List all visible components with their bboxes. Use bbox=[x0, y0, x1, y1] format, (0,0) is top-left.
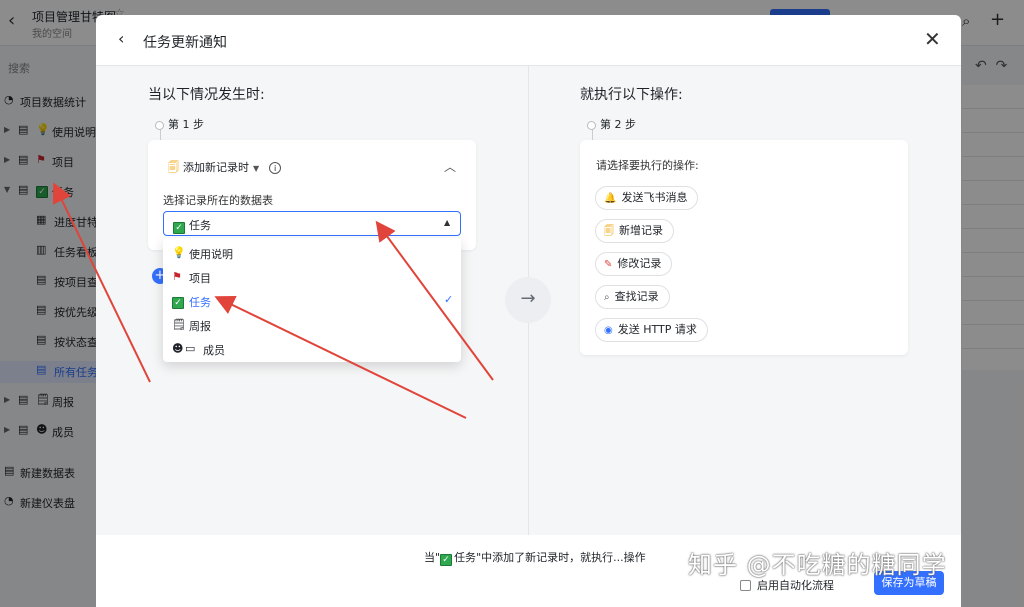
info-icon[interactable]: i bbox=[269, 162, 282, 174]
flag-icon: ⚑ bbox=[172, 270, 182, 283]
trigger-section-title: 当以下情况发生时: bbox=[148, 87, 265, 103]
dropdown-option[interactable]: 🗒 周报 bbox=[163, 313, 461, 337]
action-option[interactable]: ⌕ 查找记录 bbox=[595, 285, 670, 309]
add-record-icon: 🗐 bbox=[604, 226, 614, 237]
add-record-icon: 🗐 bbox=[168, 161, 179, 174]
trigger-label: 添加新记录时 bbox=[183, 161, 249, 174]
globe-icon: ◉ bbox=[604, 325, 613, 336]
dropdown-option[interactable]: ⚑ 项目 bbox=[163, 265, 461, 289]
table-select[interactable]: ✓ 任务 ▲ bbox=[163, 211, 461, 236]
close-icon[interactable]: ✕ bbox=[924, 27, 941, 51]
action-label: 修改记录 bbox=[617, 257, 662, 270]
search-icon: ⌕ bbox=[604, 292, 610, 303]
dropdown-option-label: 成员 bbox=[203, 344, 225, 357]
check-icon: ✓ bbox=[172, 294, 188, 309]
caret-up-icon: ▲ bbox=[444, 218, 451, 227]
caret-down-icon: ▼ bbox=[253, 164, 260, 173]
chevron-up-icon[interactable]: ︿ bbox=[444, 158, 456, 175]
dropdown-option[interactable]: 💡 使用说明 bbox=[163, 241, 461, 265]
person-icon: ☻ bbox=[172, 342, 184, 355]
dropdown-option[interactable]: ☻ ▭ 成员 bbox=[163, 337, 461, 361]
check-icon: ✓ bbox=[440, 554, 453, 566]
flow-summary: 当" ✓ 任务"中添加了新记录时，就执行...操作 bbox=[424, 551, 646, 566]
action-label: 发送 HTTP 请求 bbox=[617, 323, 697, 336]
selected-table: 任务 bbox=[189, 219, 211, 232]
action-label: 新增记录 bbox=[619, 224, 663, 237]
bell-icon: 🔔 bbox=[604, 193, 617, 204]
action-option[interactable]: ◉ 发送 HTTP 请求 bbox=[595, 318, 708, 342]
action-option[interactable]: ✎ 修改记录 bbox=[595, 252, 673, 276]
modal-title: 任务更新通知 bbox=[143, 35, 227, 51]
table-field-label: 选择记录所在的数据表 bbox=[163, 194, 273, 207]
trigger-card: 🗐 添加新记录时 ▼ i ︿ 选择记录所在的数据表 ✓ 任务 ▲ bbox=[148, 140, 476, 250]
selected-check-icon: ✓ bbox=[444, 293, 454, 306]
action-label: 发送飞书消息 bbox=[621, 191, 688, 204]
modal-header: ‹ 任务更新通知 ✕ bbox=[96, 15, 961, 66]
dropdown-option-label: 任务 bbox=[189, 296, 211, 309]
watermark: 知乎 @不吃糖的糖同学 bbox=[688, 551, 947, 579]
step-1-label: 第 1 步 bbox=[155, 116, 204, 132]
trigger-selector[interactable]: 🗐 添加新记录时 ▼ i bbox=[168, 159, 282, 178]
dropdown-option[interactable]: ✓ 任务 ✓ bbox=[163, 289, 461, 313]
action-label: 查找记录 bbox=[614, 290, 659, 303]
dropdown-option-label: 使用说明 bbox=[189, 248, 233, 261]
table-dropdown: 💡 使用说明 ⚑ 项目 ✓ 任务 ✓ 🗒 周报 ☻ ▭ 成员 bbox=[163, 238, 461, 362]
back-icon[interactable]: ‹ bbox=[118, 29, 124, 48]
action-section-title: 就执行以下操作: bbox=[580, 87, 683, 103]
dropdown-option-label: 周报 bbox=[189, 320, 211, 333]
action-prompt: 请选择要执行的操作: bbox=[596, 159, 699, 172]
laptop-icon: ▭ bbox=[185, 342, 196, 355]
action-option[interactable]: 🔔 发送飞书消息 bbox=[595, 186, 699, 210]
step-2-label: 第 2 步 bbox=[587, 116, 636, 132]
arrow-right-icon: → bbox=[505, 277, 551, 323]
action-card: 请选择要执行的操作: 🔔 发送飞书消息 🗐 新增记录 ✎ 修改记录 ⌕ 查找记录 ◉ 发送 HTT… bbox=[580, 140, 908, 355]
report-icon: 🗒 bbox=[172, 318, 186, 331]
action-option[interactable]: 🗐 新增记录 bbox=[595, 219, 674, 243]
dropdown-option-label: 项目 bbox=[189, 272, 211, 285]
bulb-icon: 💡 bbox=[172, 246, 186, 259]
check-icon: ✓ bbox=[173, 222, 185, 234]
edit-icon: ✎ bbox=[604, 259, 613, 270]
